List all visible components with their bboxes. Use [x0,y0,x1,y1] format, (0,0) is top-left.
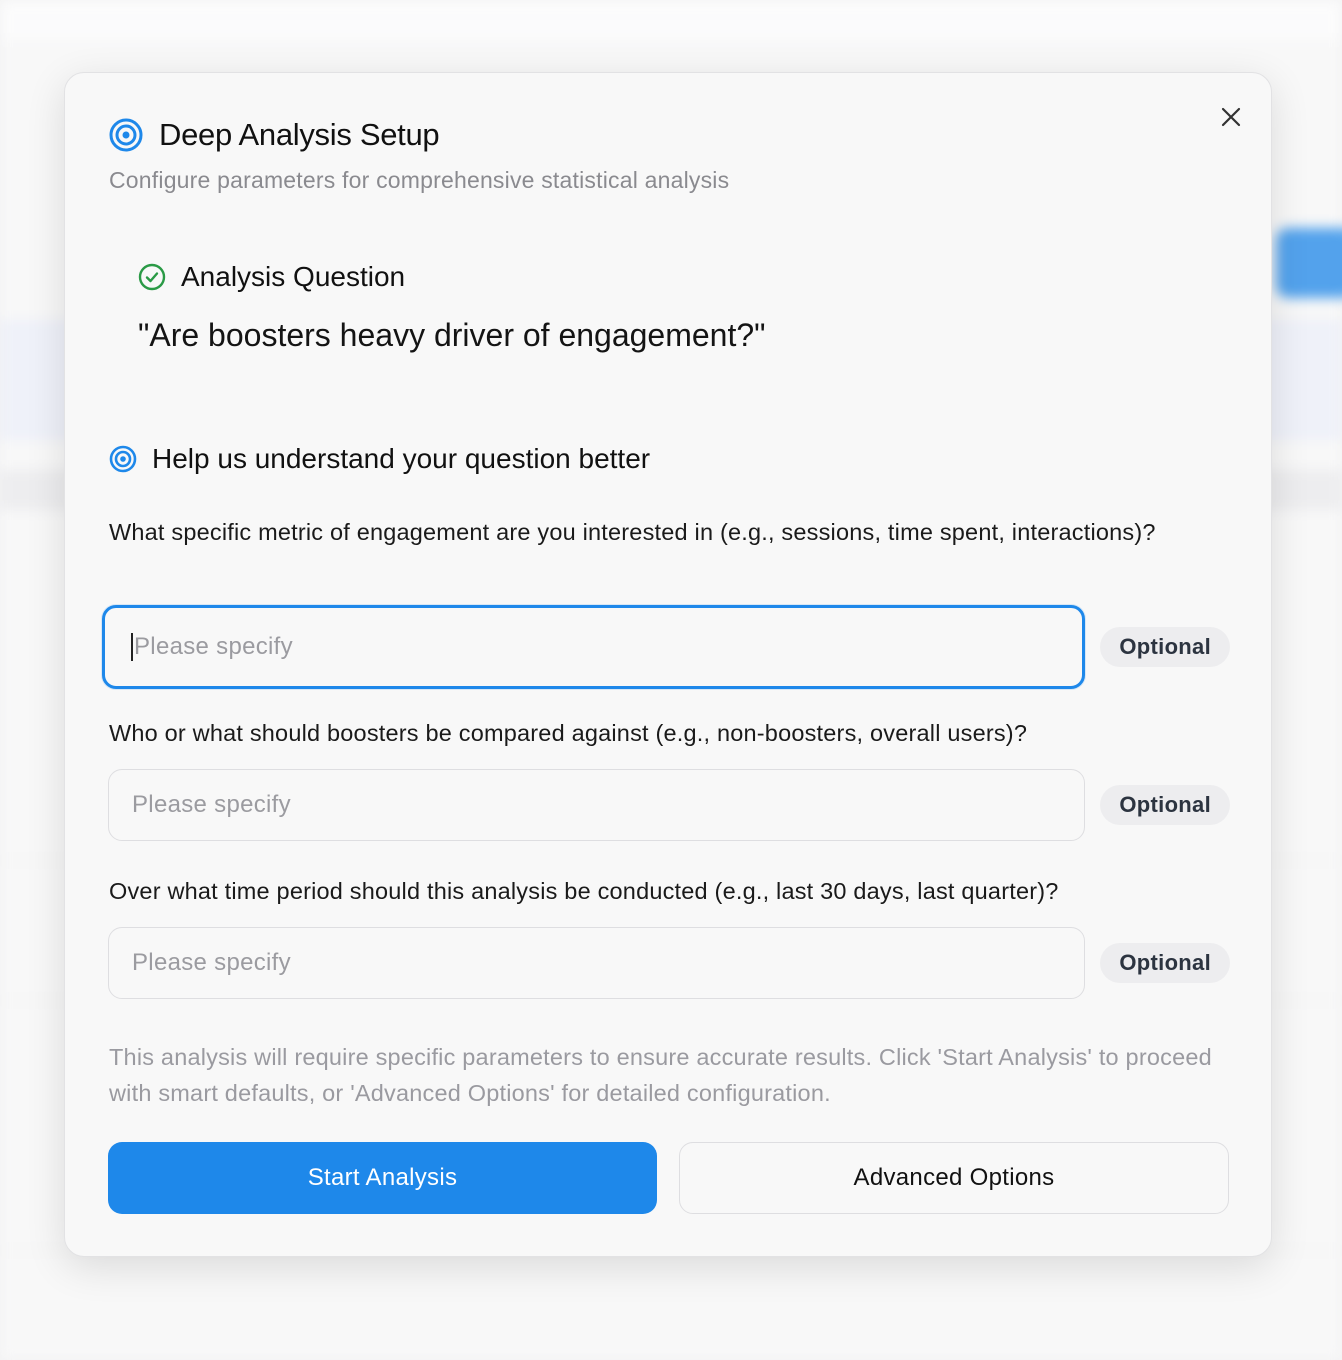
clarification-heading: Help us understand your question better [109,443,650,475]
dialog-header: Deep Analysis Setup Configure parameters… [109,117,729,194]
background-button [1276,228,1342,298]
field-row-metric: Please specify Optional [102,605,1230,689]
analysis-question-text: "Are boosters heavy driver of engagement… [138,317,766,353]
field-row-comparison: Please specify Optional [108,769,1230,841]
optional-badge: Optional [1100,785,1230,825]
time-period-input[interactable]: Please specify [108,927,1086,999]
optional-badge: Optional [1100,943,1230,983]
comparison-input-placeholder: Please specify [132,791,291,818]
start-analysis-button[interactable]: Start Analysis [108,1142,657,1214]
optional-badge: Optional [1100,627,1230,667]
dialog-subtitle: Configure parameters for comprehensive s… [109,167,730,193]
field-row-time-period: Please specify Optional [108,927,1230,999]
field-label-time-period: Over what time period should this analys… [109,878,1059,904]
text-caret [131,633,133,661]
close-icon [1221,107,1241,127]
analysis-question-label: Analysis Question [181,261,406,292]
analysis-question-block: Analysis Question "Are boosters heavy dr… [138,261,766,354]
field-label-metric: What specific metric of engagement are y… [109,519,1156,545]
dialog-title: Deep Analysis Setup [159,117,440,152]
deep-analysis-dialog: Deep Analysis Setup Configure parameters… [64,72,1272,1257]
advanced-options-button[interactable]: Advanced Options [679,1142,1229,1214]
metric-input-placeholder: Please specify [134,633,293,660]
field-label-comparison: Who or what should boosters be compared … [109,720,1028,746]
check-circle-icon [138,263,166,291]
comparison-input[interactable]: Please specify [108,769,1086,841]
analysis-note: This analysis will require specific para… [109,1044,1212,1106]
metric-input[interactable]: Please specify [102,605,1086,689]
background-topbar [0,0,1342,40]
clarification-heading-label: Help us understand your question better [152,443,651,474]
close-button[interactable] [1217,103,1245,131]
target-icon [109,118,143,152]
time-period-input-placeholder: Please specify [132,949,291,976]
target-icon [109,445,137,473]
